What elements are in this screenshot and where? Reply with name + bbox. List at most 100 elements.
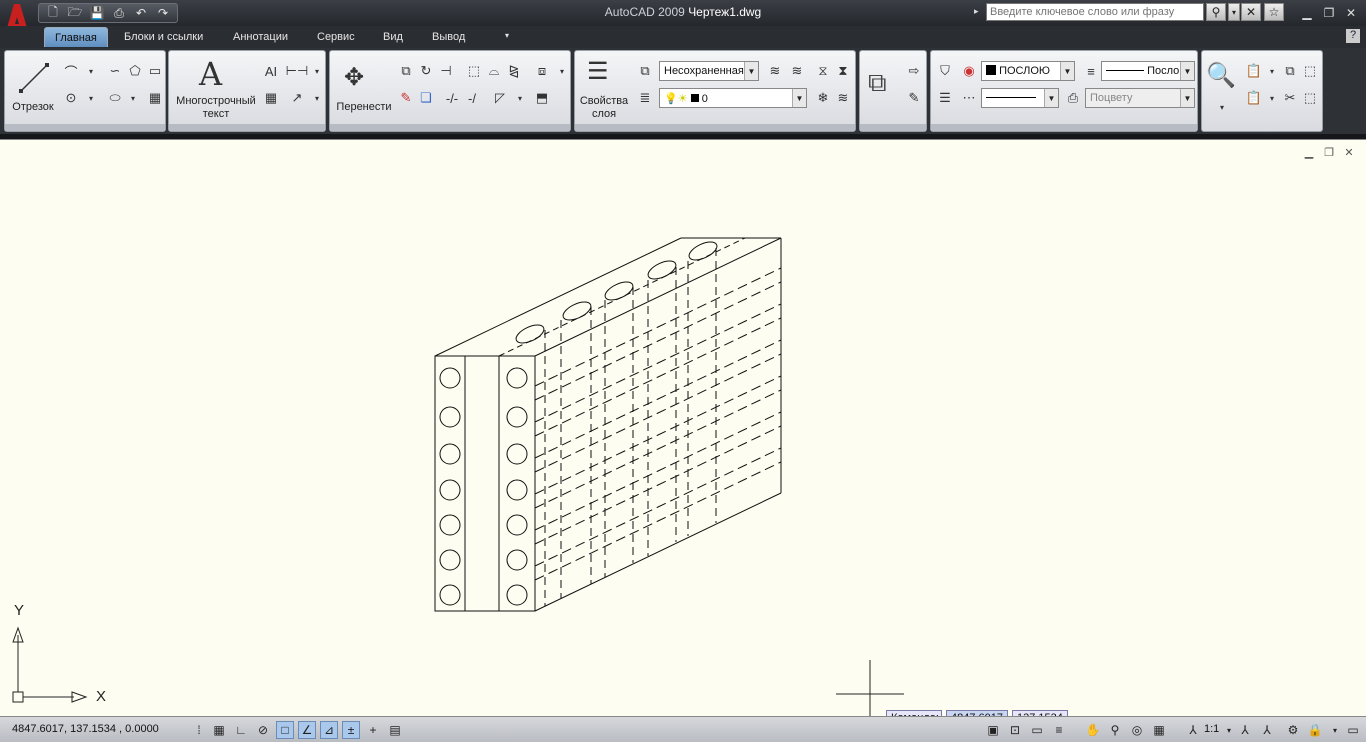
linetype-select[interactable]: Послой ▼ [1101,61,1195,81]
search-icon[interactable]: ⚲ [1206,3,1226,21]
leader-icon[interactable]: ↗ [287,88,307,108]
layer-state-select[interactable]: Несохраненная ▼ [659,61,759,81]
communication-center-icon[interactable]: ✕ [1241,3,1261,21]
mtext-icon[interactable]: A [199,55,222,93]
offset-icon[interactable]: ⬒ [532,88,552,108]
line-label[interactable]: Отрезок [11,101,55,114]
explode-icon[interactable]: ❏ [416,88,436,108]
edit-block-icon[interactable]: ✎ [904,88,924,108]
ellipse-icon[interactable]: ⬭ [105,88,125,108]
layer-previous-icon[interactable]: ≋ [787,61,807,81]
coordinate-readout[interactable]: 4847.6017, 137.1534 , 0.0000 [12,723,159,735]
stretch-icon[interactable]: ⬚ [464,61,484,81]
chamfer-icon[interactable]: ◸ [490,88,510,108]
zoom-status-icon[interactable]: ⚲ [1106,721,1124,739]
rectangle-icon[interactable]: ▭ [145,61,165,81]
array-dropdown-icon[interactable]: ▾ [552,61,572,81]
circle-icon[interactable]: ⊙ [61,88,81,108]
layer-walk-icon[interactable]: ≣ [635,88,655,108]
polyline-dropdown-icon[interactable]: ▾ [81,61,101,81]
hatch-icon[interactable]: ▦ [145,88,165,108]
layer-isolate-icon[interactable]: ⧖ [813,61,833,81]
grid-icon[interactable]: ▦ [210,721,228,739]
annotation-visibility-icon[interactable]: ⅄ [1236,721,1254,739]
copy-clip-icon[interactable]: ⧉ [1280,61,1300,81]
tab-blocks-refs[interactable]: Блоки и ссылки [114,27,213,47]
layer-state-icon[interactable]: ⧉ [635,61,655,81]
color-wheel-icon[interactable]: ◉ [959,61,979,81]
dyn-icon[interactable]: ± [342,721,360,739]
create-block-icon[interactable]: ⇨ [904,61,924,81]
model-icon[interactable]: ▣ [984,721,1002,739]
clipboard-dropdown-icon[interactable]: ▾ [1262,88,1282,108]
search-dropdown-icon[interactable]: ▾ [1228,3,1240,21]
plotstyle-select[interactable]: Поцвету ▼ [1085,88,1195,108]
search-expand-icon[interactable]: ▸ [974,6,979,17]
layer-freeze-icon[interactable]: ❄ [813,88,833,108]
ortho-icon[interactable]: ∟ [232,721,250,739]
color-select[interactable]: ПОСЛОЮ ▼ [981,61,1075,81]
favorites-icon[interactable]: ☆ [1264,3,1284,21]
ellipse-dropdown-icon[interactable]: ▾ [123,88,143,108]
clipboard-icon[interactable]: 📋 [1244,88,1264,108]
linetype-icon[interactable]: ⋯ [959,88,979,108]
ducs-icon[interactable]: ⊿ [320,721,338,739]
statusbar-menu-icon[interactable]: ▾ [1326,721,1344,739]
rotate-icon[interactable]: ↻ [416,61,436,81]
tab-annotate[interactable]: Аннотации [223,27,298,47]
showmotion-icon[interactable]: ▦ [1150,721,1168,739]
auto-scale-icon[interactable]: ⅄ [1258,721,1276,739]
join-icon[interactable]: -/ [462,88,482,108]
circle-dropdown-icon[interactable]: ▾ [81,88,101,108]
single-text-icon[interactable]: AI [261,61,281,81]
fillet-icon[interactable]: ⌓ [484,61,504,81]
restore-icon[interactable]: ❐ [1320,5,1338,21]
leader-dropdown-icon[interactable]: ▾ [307,88,327,108]
paste-icon[interactable]: 📋 [1244,61,1264,81]
annotation-scale-value[interactable]: 1:1 [1204,723,1219,735]
spline-icon[interactable]: ∽ [105,61,125,81]
layer-off-icon[interactable]: ⧗ [833,61,853,81]
layer-match-icon[interactable]: ≋ [765,61,785,81]
match-properties-icon[interactable]: ⛉ [935,61,955,81]
polar-icon[interactable]: ⊘ [254,721,272,739]
paste-dropdown-icon[interactable]: ▾ [1262,61,1282,81]
erase-icon[interactable]: ✎ [396,88,416,108]
move-label[interactable]: Перенести [334,101,394,114]
help-icon[interactable]: ? [1346,29,1360,43]
list-icon[interactable]: ☰ [935,88,955,108]
quick-select-icon[interactable]: ⬚ [1300,61,1320,81]
quick-properties-icon[interactable]: ▤ [386,721,404,739]
line-icon[interactable] [17,61,51,95]
ribbon-options-icon[interactable]: ▾ [495,27,519,47]
dimension-dropdown-icon[interactable]: ▾ [307,61,327,81]
break-icon[interactable]: -/- [442,88,462,108]
annotation-scale-icon[interactable]: ⅄ [1184,721,1202,739]
insert-block-icon[interactable]: ⧉ [868,67,887,99]
cut-icon[interactable]: ✂ [1280,88,1300,108]
move-icon[interactable]: ✥ [344,63,364,92]
select-similar-icon[interactable]: ⬚ [1300,88,1320,108]
table-icon[interactable]: ▦ [261,88,281,108]
trim-icon[interactable]: ⊣ [436,61,456,81]
layer-select[interactable]: 💡☀ 0 ▼ [659,88,807,108]
workspace-icon[interactable]: ⚙ [1284,721,1302,739]
array-icon[interactable]: ⧈ [532,61,552,81]
pan-icon[interactable]: ✋ [1084,721,1102,739]
search-input[interactable] [986,3,1204,21]
chamfer-dropdown-icon[interactable]: ▾ [510,88,530,108]
tab-home[interactable]: Главная [44,27,108,47]
linear-dimension-icon[interactable]: ⊢⊣ [286,61,309,81]
steering-wheel-icon[interactable]: ◎ [1128,721,1146,739]
lock-icon[interactable]: 🔒 [1306,721,1324,739]
snap-icon[interactable]: ⁞ [190,721,208,739]
otrack-icon[interactable]: ∠ [298,721,316,739]
tab-tools[interactable]: Сервис [307,27,365,47]
close-icon[interactable]: ✕ [1342,5,1360,21]
layout-icon[interactable]: ⊡ [1006,721,1024,739]
zoom-icon[interactable]: 🔍 [1206,61,1236,90]
lineweight-toggle-icon[interactable]: + [364,721,382,739]
osnap-icon[interactable]: □ [276,721,294,739]
tab-output[interactable]: Вывод [422,27,475,47]
drawing-area[interactable]: ▁ ❐ ✕ Y X [0,139,1366,717]
